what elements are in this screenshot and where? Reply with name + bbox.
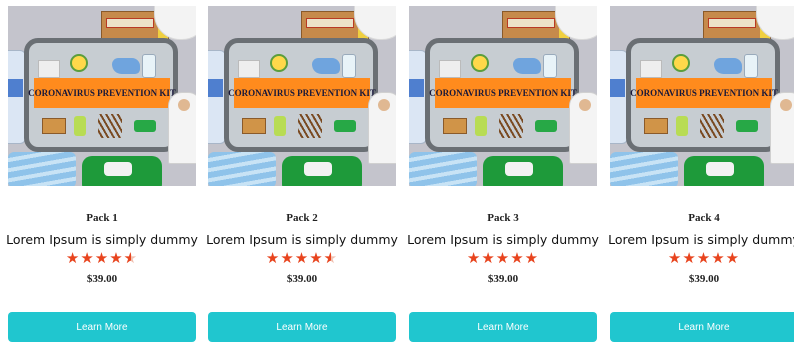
- gloves-graphic: [513, 58, 541, 74]
- star-full-icon: ★: [524, 250, 540, 267]
- sheet-graphic: [238, 60, 260, 78]
- sheet-graphic: [439, 60, 461, 78]
- cloths-graphic: [8, 152, 76, 186]
- learn-more-button[interactable]: Learn More: [208, 312, 396, 342]
- product-image[interactable]: CORONAVIRUS PREVENTION KIT: [610, 6, 794, 186]
- bottle-graphic: [342, 54, 356, 78]
- product-title: Pack 1: [86, 212, 118, 224]
- product-image[interactable]: CORONAVIRUS PREVENTION KIT: [208, 6, 396, 186]
- star-full-icon: ★: [495, 250, 511, 267]
- bag-graphic: [475, 116, 487, 136]
- smallbox-graphic: [42, 118, 66, 134]
- swabs-graphic: [499, 114, 523, 138]
- product-title: Pack 3: [487, 212, 519, 224]
- cloths-graphic: [409, 152, 477, 186]
- person-graphic: [168, 92, 196, 164]
- star-half-icon: ★: [124, 250, 138, 268]
- star-full-icon: ★: [280, 250, 295, 267]
- star-full-icon: ★: [309, 250, 324, 267]
- product-card: CORONAVIRUS PREVENTION KIT Pack 1 Lorem …: [6, 0, 198, 342]
- bottle-graphic: [744, 54, 758, 78]
- gloves-graphic: [312, 58, 340, 74]
- kit-banner: CORONAVIRUS PREVENTION KIT: [28, 78, 176, 108]
- wipes-graphic: [684, 156, 764, 186]
- gloves-graphic: [112, 58, 140, 74]
- cloths-graphic: [610, 152, 678, 186]
- product-price: $39.00: [86, 273, 118, 285]
- star-full-icon: ★: [682, 250, 697, 267]
- product-card: CORONAVIRUS PREVENTION KIT Pack 3 Lorem …: [407, 0, 599, 342]
- product-title: Pack 4: [688, 212, 720, 224]
- star-rating: ★★★★★: [409, 250, 597, 268]
- product-card: CORONAVIRUS PREVENTION KIT Pack 4 Lorem …: [608, 0, 794, 342]
- sheet-graphic: [38, 60, 60, 78]
- star-full-icon: ★: [696, 250, 712, 267]
- wipes-graphic: [282, 156, 362, 186]
- star-rating: ★★★★★: [8, 250, 196, 268]
- star-half-icon: ★: [324, 250, 338, 268]
- product-description: Lorem Ipsum is simply dummy: [407, 232, 599, 247]
- seal-graphic: [672, 54, 690, 72]
- bag-graphic: [676, 116, 688, 136]
- star-rating: ★★★★★: [208, 250, 396, 268]
- person-graphic: [368, 92, 396, 164]
- star-full-icon: ★: [667, 250, 683, 267]
- kit-banner: CORONAVIRUS PREVENTION KIT: [630, 78, 778, 108]
- bottle-graphic: [543, 54, 557, 78]
- product-description: Lorem Ipsum is simply dummy: [206, 232, 398, 247]
- star-full-icon: ★: [711, 250, 726, 267]
- product-image[interactable]: CORONAVIRUS PREVENTION KIT: [8, 6, 196, 186]
- product-description: Lorem Ipsum is simply dummy: [6, 232, 198, 247]
- seal-graphic: [270, 54, 288, 72]
- bottle-graphic: [142, 54, 156, 78]
- learn-more-button[interactable]: Learn More: [610, 312, 794, 342]
- star-full-icon: ★: [80, 250, 95, 267]
- pack-graphic: [134, 120, 156, 132]
- star-full-icon: ★: [481, 250, 496, 267]
- swabs-graphic: [700, 114, 724, 138]
- product-description: Lorem Ipsum is simply dummy: [608, 232, 794, 247]
- product-price: $39.00: [487, 273, 519, 285]
- gloves-graphic: [714, 58, 742, 74]
- wipes-graphic: [82, 156, 162, 186]
- star-full-icon: ★: [109, 250, 124, 267]
- product-grid: CORONAVIRUS PREVENTION KIT Pack 1 Lorem …: [0, 0, 794, 342]
- bag-graphic: [274, 116, 286, 136]
- product-title: Pack 2: [286, 212, 318, 224]
- star-full-icon: ★: [294, 250, 310, 267]
- pack-graphic: [736, 120, 758, 132]
- kit-banner: CORONAVIRUS PREVENTION KIT: [429, 78, 577, 108]
- learn-more-button[interactable]: Learn More: [8, 312, 196, 342]
- star-full-icon: ★: [65, 250, 81, 267]
- bag-graphic: [74, 116, 86, 136]
- smallbox-graphic: [443, 118, 467, 134]
- person-graphic: [770, 92, 794, 164]
- product-card: CORONAVIRUS PREVENTION KIT Pack 2 Lorem …: [206, 0, 398, 342]
- product-price: $39.00: [286, 273, 318, 285]
- seal-graphic: [70, 54, 88, 72]
- seal-graphic: [471, 54, 489, 72]
- learn-more-button[interactable]: Learn More: [409, 312, 597, 342]
- star-rating: ★★★★★: [610, 250, 794, 268]
- product-price: $39.00: [688, 273, 720, 285]
- cloths-graphic: [208, 152, 276, 186]
- star-full-icon: ★: [725, 250, 741, 267]
- smallbox-graphic: [644, 118, 668, 134]
- kit-banner: CORONAVIRUS PREVENTION KIT: [228, 78, 376, 108]
- star-full-icon: ★: [265, 250, 281, 267]
- star-full-icon: ★: [466, 250, 482, 267]
- swabs-graphic: [298, 114, 322, 138]
- product-image[interactable]: CORONAVIRUS PREVENTION KIT: [409, 6, 597, 186]
- star-full-icon: ★: [510, 250, 525, 267]
- smallbox-graphic: [242, 118, 266, 134]
- pack-graphic: [535, 120, 557, 132]
- pack-graphic: [334, 120, 356, 132]
- swabs-graphic: [98, 114, 122, 138]
- wipes-graphic: [483, 156, 563, 186]
- sheet-graphic: [640, 60, 662, 78]
- star-full-icon: ★: [94, 250, 110, 267]
- person-graphic: [569, 92, 597, 164]
